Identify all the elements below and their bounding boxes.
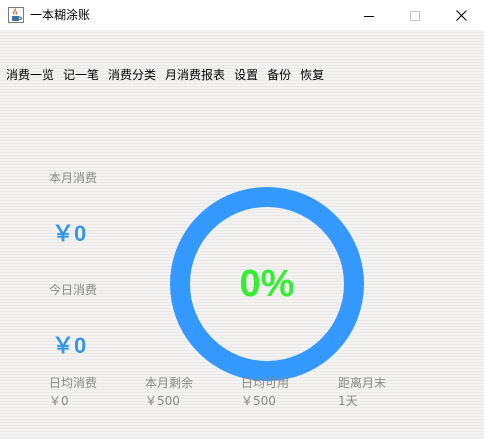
menu-item-category[interactable]: 消费分类 bbox=[103, 66, 160, 84]
menu-item-overview[interactable]: 消费一览 bbox=[0, 66, 58, 84]
days-to-month-end-label: 距离月末 bbox=[338, 376, 387, 390]
java-cup-icon bbox=[8, 7, 24, 23]
daily-average-value: ￥0 bbox=[49, 394, 69, 408]
maximize-icon bbox=[410, 6, 420, 25]
close-button[interactable] bbox=[438, 0, 484, 30]
month-spend-amount: ￥0 bbox=[52, 221, 87, 246]
menu-item-report[interactable]: 月消费报表 bbox=[160, 66, 229, 84]
daily-average-label: 日均消费 bbox=[49, 376, 98, 390]
menu-item-record[interactable]: 记一笔 bbox=[58, 66, 103, 84]
menu-item-settings[interactable]: 设置 bbox=[229, 66, 262, 84]
month-remaining-label: 本月剩余 bbox=[145, 376, 194, 390]
days-to-month-end-value: 1天 bbox=[338, 394, 358, 408]
close-icon bbox=[455, 6, 467, 25]
toolbar: 消费一览 记一笔 消费分类 月消费报表 设置 备份 恢复 bbox=[0, 66, 328, 84]
daily-available-value: ￥500 bbox=[241, 394, 276, 408]
minimize-icon bbox=[364, 6, 374, 25]
month-remaining-value: ￥500 bbox=[145, 394, 180, 408]
window-title: 一本糊涂账 bbox=[30, 8, 91, 22]
menu-item-backup[interactable]: 备份 bbox=[262, 66, 295, 84]
title-bar: 一本糊涂账 bbox=[0, 0, 484, 30]
progress-percent: 0% bbox=[239, 262, 295, 305]
today-spend-label: 今日消费 bbox=[49, 283, 98, 297]
main-panel: 消费一览 记一笔 消费分类 月消费报表 设置 备份 恢复 本月消费 ￥0 今日消… bbox=[0, 30, 484, 439]
month-spend-label: 本月消费 bbox=[49, 171, 98, 185]
today-spend-amount: ￥0 bbox=[52, 333, 87, 358]
maximize-button[interactable] bbox=[392, 0, 438, 30]
menu-item-restore[interactable]: 恢复 bbox=[295, 66, 328, 84]
minimize-button[interactable] bbox=[346, 0, 392, 30]
daily-available-label: 日均可用 bbox=[241, 376, 290, 390]
